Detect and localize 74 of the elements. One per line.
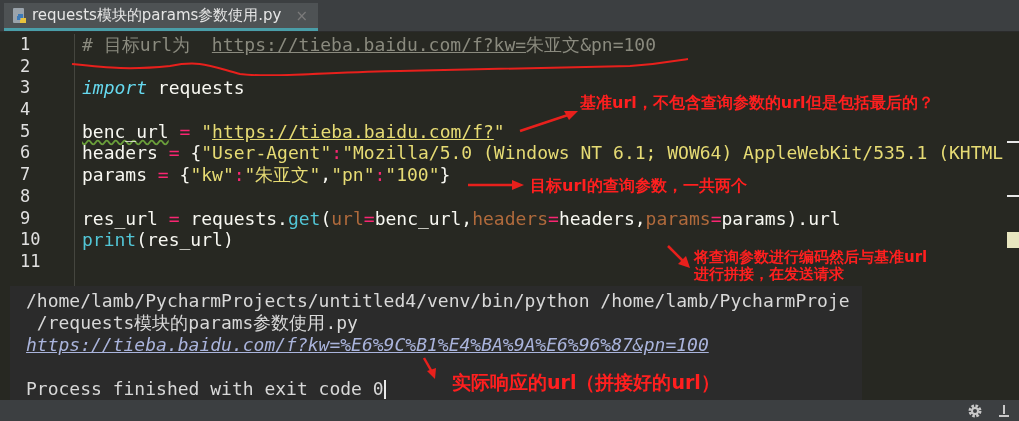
code-token: ( xyxy=(320,207,332,229)
code-token: get xyxy=(287,207,321,229)
line-number: 5 xyxy=(19,120,32,143)
line-number: 9 xyxy=(19,207,32,230)
arrow xyxy=(466,179,526,191)
code-token: = xyxy=(178,120,192,142)
code-token: = xyxy=(710,207,722,229)
code-token: params).url xyxy=(721,207,841,229)
annotation-text: 进行拼接，在发送请求 xyxy=(694,266,845,284)
line-number: 2 xyxy=(19,55,32,78)
code-token: " xyxy=(201,120,213,142)
code-token: # 目标url为 xyxy=(82,34,192,55)
annotation-text: 基准url，不包含查询参数的url但是包括最后的？ xyxy=(580,94,934,113)
scroll-marker xyxy=(1007,195,1019,197)
output-text: /home/lamb/PycharmProjects/untitled4/venv/bin/python /home/lamb/PycharmProje xyxy=(26,290,850,312)
scroll-marker xyxy=(1007,141,1019,143)
code-token: import xyxy=(82,77,148,99)
code-token: 朱亚文&pn=100 xyxy=(526,34,656,55)
line-number: 1 xyxy=(19,34,32,56)
code-token: "Mozilla/5.0 (Windows NT 6.1; WOW64) AppleWebKit/535.1 (KHTML xyxy=(342,142,1004,164)
code-token: https://tieba.baidu.com/f?kw= xyxy=(211,34,527,55)
code-token: : xyxy=(374,164,386,186)
line-number: 7 xyxy=(19,164,32,186)
annotation-text: 目标url的查询参数，一共两个 xyxy=(530,177,747,196)
code-token: "pn" xyxy=(331,164,375,186)
arrow xyxy=(666,244,692,270)
output-text: /requests模块的params参数使用.py xyxy=(35,312,358,334)
code-token: print xyxy=(82,229,137,251)
code-token: params xyxy=(645,207,711,229)
line-number: 8 xyxy=(19,185,32,208)
settings-icon[interactable] xyxy=(967,402,983,419)
code-token: headers, xyxy=(558,207,646,229)
annotation-text: 将查询参数进行编码然后与基准url xyxy=(694,249,928,266)
code-token: { xyxy=(189,142,202,164)
code-token: url xyxy=(331,207,364,229)
code-token: "User-Agent" xyxy=(201,142,332,164)
file-tab[interactable]: requests模块的params参数使用.py × xyxy=(4,3,319,31)
code-token: = xyxy=(168,207,180,229)
code-token: , xyxy=(320,164,332,186)
code-token: requests. xyxy=(189,207,288,229)
output-text: Process finished with exit code 0 xyxy=(26,378,384,400)
code-token: benc_url xyxy=(82,120,169,142)
code-token: } xyxy=(439,164,451,186)
code-token: { xyxy=(178,164,191,186)
code-token: benc_url, xyxy=(374,207,473,229)
code-token: "kw" xyxy=(190,164,234,186)
code-token: : xyxy=(233,164,245,186)
scroll-marker xyxy=(1007,232,1019,248)
hide-panel-icon[interactable] xyxy=(997,403,1011,418)
code-token: = xyxy=(157,164,169,186)
code-token: res_url xyxy=(82,207,159,229)
line-number: 10 xyxy=(19,229,42,251)
code-token: https://tieba.baidu.com/f? xyxy=(212,120,494,142)
code-token: headers xyxy=(82,142,159,164)
code-token: headers xyxy=(472,207,549,229)
arrow xyxy=(518,108,580,134)
line-number: 6 xyxy=(19,142,32,165)
line-number: 4 xyxy=(19,99,32,121)
code-token: : xyxy=(331,142,343,164)
code-token: "朱亚文" xyxy=(244,164,321,186)
code-token: = xyxy=(168,142,180,164)
arrow xyxy=(422,356,438,380)
code-token: (res_url) xyxy=(136,229,234,251)
line-number: 3 xyxy=(19,77,32,100)
annotation-text: 实际响应的url（拼接好的url） xyxy=(452,372,720,394)
line-number: 11 xyxy=(19,250,42,273)
code-token: params xyxy=(82,164,149,186)
code-token: " xyxy=(493,120,505,142)
code-token: = xyxy=(548,207,559,229)
python-file-icon xyxy=(12,6,28,25)
output-text: https://tieba.baidu.com/f?kw=%E6%9C%B1%E4%BA%9A%E6%96%87&pn=100 xyxy=(26,334,709,356)
code-token: "100" xyxy=(385,164,440,186)
code-token: = xyxy=(363,207,375,229)
code-token: requests xyxy=(156,77,245,99)
